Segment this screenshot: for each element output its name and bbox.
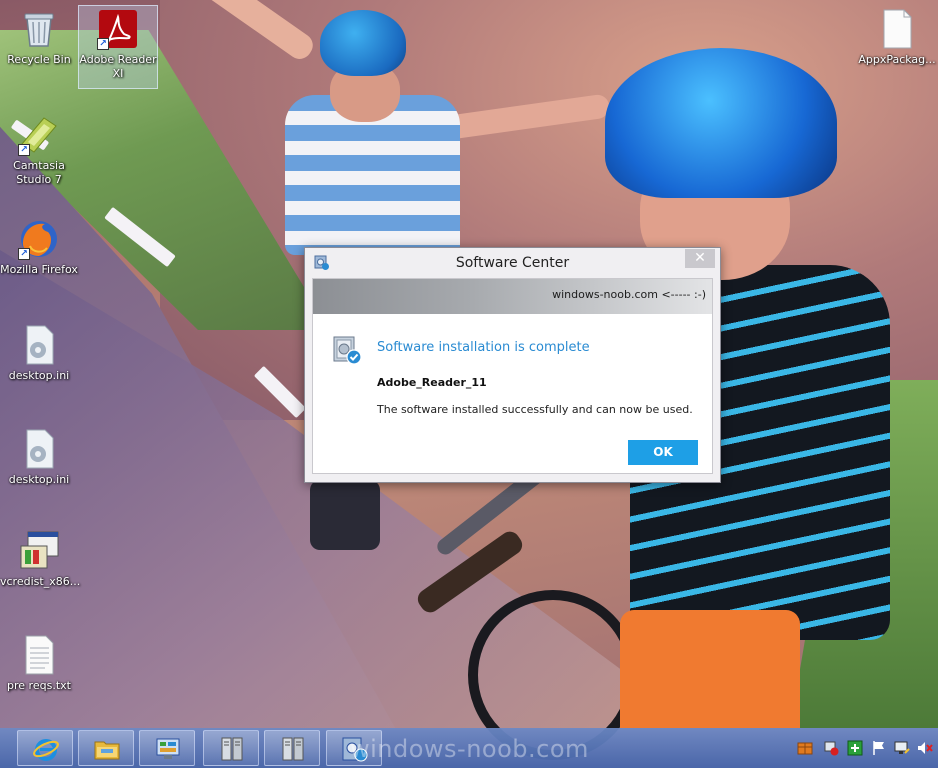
wallpaper-child-shorts	[620, 610, 800, 728]
network-alert-icon[interactable]	[823, 740, 839, 756]
application-name: Adobe_Reader_11	[377, 376, 487, 389]
close-icon: ✕	[694, 250, 706, 266]
blank-file-icon	[876, 8, 918, 50]
desktop-icon-pre-reqs[interactable]: pre reqs.txt	[0, 632, 78, 693]
ini-file-icon	[18, 324, 60, 366]
ok-button[interactable]: OK	[628, 440, 698, 465]
taskbar-button-file-explorer[interactable]	[78, 730, 134, 766]
close-button[interactable]: ✕	[685, 249, 715, 268]
watermark-text: windows-noob.com	[350, 735, 589, 763]
status-message: The software installed successfully and …	[377, 403, 693, 416]
desktop-icon-recycle-bin[interactable]: Recycle Bin	[0, 6, 78, 67]
shortcut-arrow-icon: ↗	[18, 144, 30, 156]
adobe-reader-icon: ↗	[97, 8, 139, 50]
desktop-icon-label: Camtasia Studio 7	[13, 159, 65, 186]
network-icon[interactable]	[894, 740, 910, 756]
dialog-content: windows-noob.com <----- :-) Software ins…	[312, 278, 713, 474]
installer-icon	[18, 530, 60, 572]
internet-explorer-icon	[32, 735, 60, 763]
desktop-icon-desktop-ini[interactable]: desktop.ini	[0, 426, 78, 487]
update-icon[interactable]	[847, 740, 863, 756]
desktop-icon-label: Adobe Reader XI	[79, 53, 157, 80]
desktop-icon-camtasia[interactable]: ↗ Camtasia Studio 7	[0, 112, 78, 187]
desktop-icon-desktop-ini[interactable]: desktop.ini	[0, 322, 78, 383]
desktop-icon-vcredist[interactable]: vcredist_x86...	[0, 528, 81, 589]
package-icon[interactable]	[797, 740, 813, 756]
dialog-banner: windows-noob.com <----- :-)	[313, 279, 712, 314]
status-heading: Software installation is complete	[377, 340, 590, 355]
wallpaper-child-legs	[310, 480, 380, 550]
desktop-icon-adobe-reader[interactable]: ↗ Adobe Reader XI	[78, 5, 158, 89]
ini-file-icon	[18, 428, 60, 470]
desktop-icon-firefox[interactable]: ↗ Mozilla Firefox	[0, 216, 78, 277]
wallpaper-child-helmet	[605, 48, 837, 198]
desktop-icon-label: desktop.ini	[8, 369, 70, 382]
shortcut-arrow-icon: ↗	[97, 38, 109, 50]
camtasia-icon: ↗	[18, 114, 60, 156]
banner-text: windows-noob.com <----- :-)	[552, 288, 706, 301]
volume-muted-icon[interactable]	[917, 740, 933, 756]
text-file-icon	[18, 634, 60, 676]
taskbar: windows-noob.com	[0, 728, 938, 768]
dialog-title: Software Center	[455, 255, 570, 271]
taskbar-button-server-manager[interactable]	[264, 730, 320, 766]
taskbar-button-server-manager[interactable]	[203, 730, 259, 766]
taskbar-button-control-panel[interactable]	[139, 730, 195, 766]
install-complete-icon	[331, 334, 363, 366]
file-explorer-icon	[93, 735, 121, 763]
software-center-dialog: Software Center ✕ windows-noob.com <----…	[304, 247, 721, 483]
shortcut-arrow-icon: ↗	[18, 248, 30, 260]
desktop-icon-label: Mozilla Firefox	[0, 263, 78, 276]
control-panel-icon	[154, 735, 182, 763]
desktop-icon-label: AppxPackag...	[858, 53, 936, 66]
action-center-flag-icon[interactable]	[871, 740, 887, 756]
desktop-icon-label: desktop.ini	[8, 473, 70, 486]
firefox-icon: ↗	[18, 218, 60, 260]
desktop-icon-label: pre reqs.txt	[7, 679, 71, 692]
desktop-icon-label: Recycle Bin	[7, 53, 71, 66]
dialog-titlebar[interactable]: Software Center ✕	[305, 248, 720, 278]
recycle-bin-icon	[18, 8, 60, 50]
taskbar-button-internet-explorer[interactable]	[17, 730, 73, 766]
server-manager-icon	[218, 735, 246, 763]
desktop-icon-label: vcredist_x86...	[0, 575, 81, 588]
server-manager-icon	[279, 735, 307, 763]
wallpaper-child-helmet	[320, 10, 406, 76]
desktop-icon-appx-package[interactable]: AppxPackag...	[858, 6, 936, 67]
